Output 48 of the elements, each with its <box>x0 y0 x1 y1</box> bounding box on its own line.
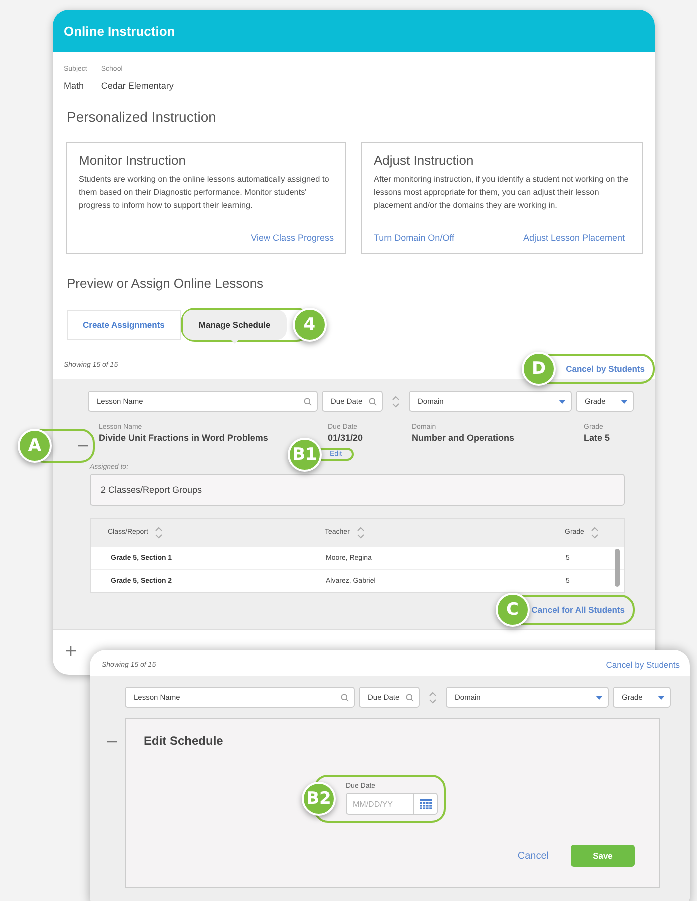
sort-icon[interactable] <box>356 526 366 540</box>
field-value: Math <box>64 81 86 91</box>
assigned-field: 2 Classes/Report Groups <box>90 474 625 506</box>
link[interactable]: Turn Domain On/Off <box>374 233 455 243</box>
calendar-button[interactable] <box>413 793 438 815</box>
field-value: Divide Unit Fractions in Word Problems <box>99 433 270 443</box>
tab[interactable]: Create Assignments <box>67 310 181 340</box>
card-title: Adjust Instruction <box>374 153 475 168</box>
window-title: Online Instruction <box>53 10 655 52</box>
sort-icon[interactable] <box>428 690 438 704</box>
expand-icon[interactable] <box>66 646 76 656</box>
sort-icon[interactable] <box>590 526 600 540</box>
caret-icon <box>621 400 628 404</box>
link[interactable]: Adjust Lesson Placement <box>523 233 625 243</box>
search-icon <box>341 694 349 702</box>
caret-icon <box>658 696 665 700</box>
caret-icon <box>559 400 566 404</box>
caret-icon <box>596 696 603 700</box>
field-value: 01/31/20 <box>328 433 364 443</box>
callout-badge: C <box>496 593 530 627</box>
link[interactable]: Cancel by Students <box>566 364 645 374</box>
panel-title: Edit Schedule <box>144 734 224 748</box>
field-value: Cedar Elementary <box>101 81 174 91</box>
field-value: Number and Operations <box>412 433 516 443</box>
cancel-link[interactable]: Cancel <box>518 850 549 862</box>
sort-icon[interactable] <box>154 526 164 540</box>
link[interactable]: View Class Progress <box>251 233 334 243</box>
search-icon <box>406 694 414 702</box>
card-text: After monitoring instruction, if you identify a student not working on the lessons most appropriate for them, you can adjust their lesson placement and/or the domains they are working in. <box>374 174 630 212</box>
callout-badge: B1 <box>288 438 322 472</box>
sort-icon[interactable] <box>391 394 401 408</box>
section-title: Personalized Instruction <box>66 109 218 126</box>
link[interactable]: Cancel for All Students <box>532 605 625 615</box>
callout-badge: A <box>18 429 52 463</box>
search-icon <box>369 398 377 406</box>
date-field[interactable]: MM/DD/YY <box>346 793 413 815</box>
callout-badge: D <box>522 352 556 386</box>
card-title: Monitor Instruction <box>79 153 187 168</box>
save-button[interactable]: Save <box>571 845 635 867</box>
search-icon <box>304 398 312 406</box>
calendar-icon <box>420 798 432 810</box>
callout-badge: 4 <box>292 308 327 342</box>
field-value: Late 5 <box>584 433 612 443</box>
scrollbar-thumb[interactable] <box>615 549 620 587</box>
callout-badge: B2 <box>302 782 336 816</box>
card-text: Students are working on the online lessons automatically assigned to them based on their Diagnostic performance. Monitor students' progress to inform how to support their learning. <box>79 174 330 212</box>
link[interactable]: Cancel by Students <box>606 660 680 670</box>
section-title: Preview or Assign Online Lessons <box>66 276 265 292</box>
